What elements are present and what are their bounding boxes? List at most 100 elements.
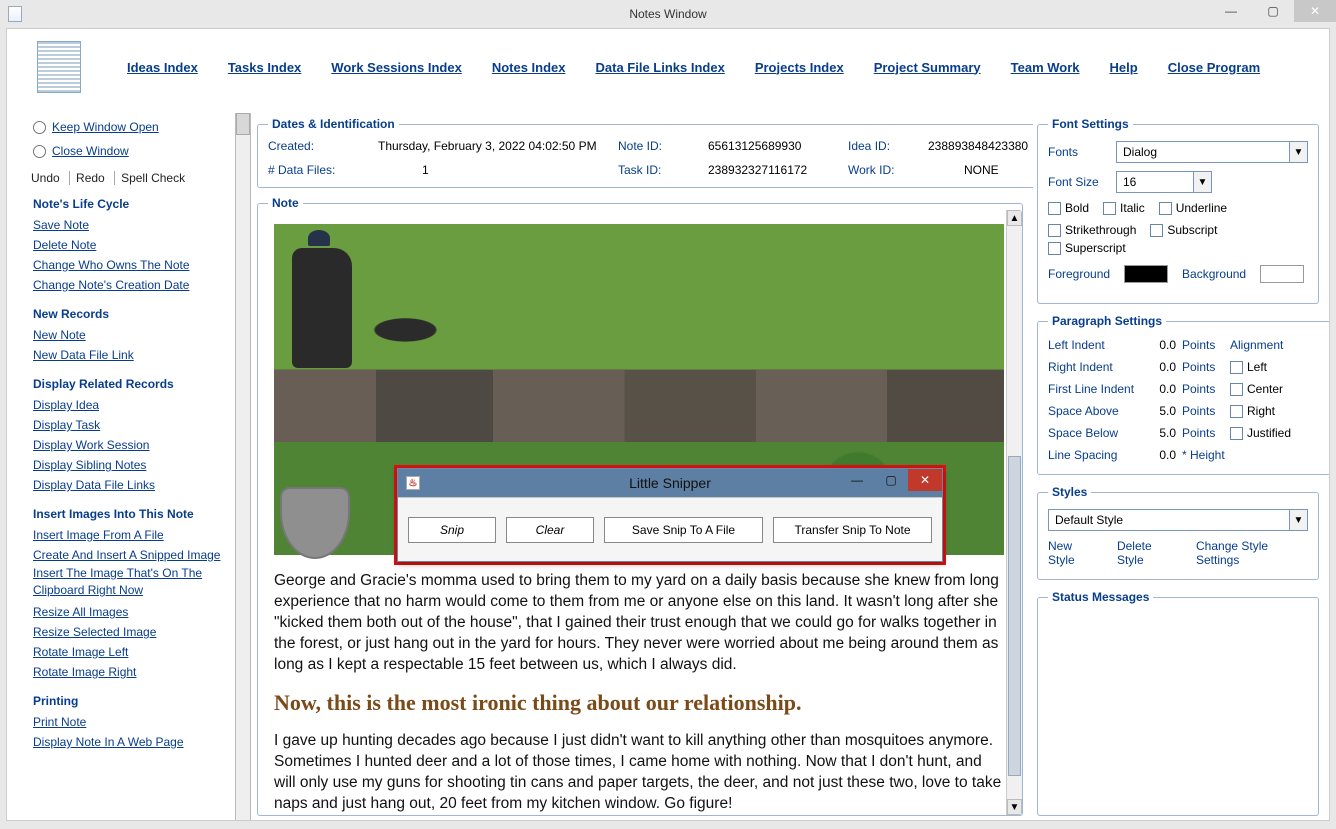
menubar: Ideas Index Tasks Index Work Sessions In…: [7, 29, 1329, 113]
note-editor[interactable]: ♨ Little Snipper — ▢ ✕ Snip Clear Save S: [268, 218, 1012, 816]
scroll-up-icon[interactable]: ▲: [1007, 210, 1022, 226]
noteid-label: Note ID:: [618, 139, 698, 153]
change-owner-link[interactable]: Change Who Owns The Note: [33, 255, 225, 275]
italic-checkbox[interactable]: Italic: [1103, 201, 1145, 215]
titlebar: Notes Window — ▢ ✕: [0, 0, 1336, 28]
close-button[interactable]: ✕: [1294, 0, 1336, 22]
right-pane: Font Settings Fonts Dialog ▼ Font Size 1…: [1033, 113, 1329, 820]
print-note-link[interactable]: Print Note: [33, 712, 225, 732]
snipper-titlebar[interactable]: ♨ Little Snipper — ▢ ✕: [398, 469, 942, 497]
underline-checkbox[interactable]: Underline: [1159, 201, 1227, 215]
new-style-link[interactable]: New Style: [1048, 539, 1099, 567]
menu-project-summary[interactable]: Project Summary: [874, 60, 981, 75]
menu-ideas-index[interactable]: Ideas Index: [127, 60, 198, 75]
align-left-checkbox[interactable]: Left: [1230, 360, 1320, 374]
fonts-combo[interactable]: Dialog ▼: [1116, 141, 1308, 163]
maximize-button[interactable]: ▢: [1252, 0, 1294, 22]
display-sibling-notes-link[interactable]: Display Sibling Notes: [33, 455, 225, 475]
resize-selected-image-link[interactable]: Resize Selected Image: [33, 622, 225, 642]
menu-tasks-index[interactable]: Tasks Index: [228, 60, 301, 75]
style-combo[interactable]: Default Style ▼: [1048, 509, 1308, 531]
close-window-label[interactable]: Close Window: [52, 141, 129, 161]
right-indent-unit: Points: [1182, 360, 1230, 374]
note-text[interactable]: George and Gracie's momma used to bring …: [274, 571, 1004, 815]
menu-team-work[interactable]: Team Work: [1011, 60, 1080, 75]
create-snipped-image-link[interactable]: Create And Insert A Snipped Image: [33, 545, 225, 565]
note-scrollbar[interactable]: ▲ ▼: [1006, 210, 1022, 815]
dates-identification-legend: Dates & Identification: [268, 117, 399, 131]
keep-window-open-radio[interactable]: [33, 121, 46, 134]
insert-clipboard-image-link[interactable]: Insert The Image That's On The Clipboard…: [33, 565, 225, 599]
scroll-track[interactable]: [1007, 226, 1022, 799]
chevron-down-icon[interactable]: ▼: [1289, 142, 1307, 162]
note-paragraph-2: I gave up hunting decades ago because I …: [274, 731, 1004, 815]
redo-button[interactable]: Redo: [69, 171, 111, 185]
undo-button[interactable]: Undo: [31, 171, 66, 185]
menu-notes-index[interactable]: Notes Index: [492, 60, 566, 75]
new-note-link[interactable]: New Note: [33, 325, 225, 345]
keep-window-open-label[interactable]: Keep Window Open: [52, 117, 159, 137]
space-below-value: 5.0: [1142, 426, 1182, 440]
display-data-file-links-link[interactable]: Display Data File Links: [33, 475, 225, 495]
save-snip-button[interactable]: Save Snip To A File: [604, 517, 763, 543]
delete-style-link[interactable]: Delete Style: [1117, 539, 1178, 567]
menu-projects-index[interactable]: Projects Index: [755, 60, 844, 75]
right-indent-label: Right Indent: [1048, 360, 1142, 374]
display-in-web-link[interactable]: Display Note In A Web Page: [33, 732, 225, 752]
fontsize-combo[interactable]: 16 ▼: [1116, 171, 1212, 193]
new-data-file-link[interactable]: New Data File Link: [33, 345, 225, 365]
align-justified-checkbox[interactable]: Justified: [1230, 426, 1320, 440]
resize-all-images-link[interactable]: Resize All Images: [33, 602, 225, 622]
line-spacing-unit: * Height: [1182, 448, 1230, 462]
menu-work-sessions-index[interactable]: Work Sessions Index: [331, 60, 462, 75]
snip-button[interactable]: Snip: [408, 517, 496, 543]
save-note-link[interactable]: Save Note: [33, 215, 225, 235]
snipper-close-button[interactable]: ✕: [908, 469, 942, 491]
close-window-radio[interactable]: [33, 145, 46, 158]
pane-divider-left[interactable]: [235, 113, 251, 820]
snipper-minimize-button[interactable]: —: [840, 469, 874, 491]
menu-help[interactable]: Help: [1110, 60, 1138, 75]
app-notes-icon: [37, 41, 81, 93]
insert-images-header: Insert Images Into This Note: [33, 507, 225, 521]
scroll-down-icon[interactable]: ▼: [1007, 799, 1022, 815]
first-line-value: 0.0: [1142, 382, 1182, 396]
life-cycle-header: Note's Life Cycle: [33, 197, 225, 211]
created-label: Created:: [268, 139, 368, 153]
strikethrough-checkbox[interactable]: Strikethrough: [1048, 223, 1136, 237]
align-right-checkbox[interactable]: Right: [1230, 404, 1320, 418]
first-line-unit: Points: [1182, 382, 1230, 396]
align-center-checkbox[interactable]: Center: [1230, 382, 1320, 396]
change-creation-date-link[interactable]: Change Note's Creation Date: [33, 275, 225, 295]
background-swatch[interactable]: [1260, 265, 1304, 283]
app-frame: Ideas Index Tasks Index Work Sessions In…: [6, 28, 1330, 821]
clear-button[interactable]: Clear: [506, 517, 594, 543]
display-idea-link[interactable]: Display Idea: [33, 395, 225, 415]
space-above-value: 5.0: [1142, 404, 1182, 418]
snipper-maximize-button[interactable]: ▢: [874, 469, 908, 491]
spellcheck-button[interactable]: Spell Check: [114, 171, 191, 185]
little-snipper-window: ♨ Little Snipper — ▢ ✕ Snip Clear Save S: [397, 468, 943, 562]
superscript-checkbox[interactable]: Superscript: [1048, 241, 1126, 255]
bold-checkbox[interactable]: Bold: [1048, 201, 1089, 215]
foreground-swatch[interactable]: [1124, 265, 1168, 283]
insert-image-file-link[interactable]: Insert Image From A File: [33, 525, 225, 545]
chevron-down-icon[interactable]: ▼: [1289, 510, 1307, 530]
rotate-left-link[interactable]: Rotate Image Left: [33, 642, 225, 662]
fontsize-value: 16: [1123, 175, 1136, 189]
chevron-down-icon[interactable]: ▼: [1193, 172, 1211, 192]
scroll-thumb[interactable]: [1008, 456, 1021, 776]
person-hat-icon: [308, 230, 330, 246]
menu-close-program[interactable]: Close Program: [1168, 60, 1260, 75]
dates-identification-box: Dates & Identification Created: Thursday…: [257, 117, 1033, 188]
display-work-session-link[interactable]: Display Work Session: [33, 435, 225, 455]
menu-data-file-links-index[interactable]: Data File Links Index: [596, 60, 725, 75]
display-task-link[interactable]: Display Task: [33, 415, 225, 435]
subscript-checkbox[interactable]: Subscript: [1150, 223, 1217, 237]
rotate-right-link[interactable]: Rotate Image Right: [33, 662, 225, 682]
delete-note-link[interactable]: Delete Note: [33, 235, 225, 255]
scroll-thumb-icon[interactable]: [236, 113, 250, 135]
transfer-snip-button[interactable]: Transfer Snip To Note: [773, 517, 932, 543]
minimize-button[interactable]: —: [1210, 0, 1252, 22]
change-style-settings-link[interactable]: Change Style Settings: [1196, 539, 1308, 567]
